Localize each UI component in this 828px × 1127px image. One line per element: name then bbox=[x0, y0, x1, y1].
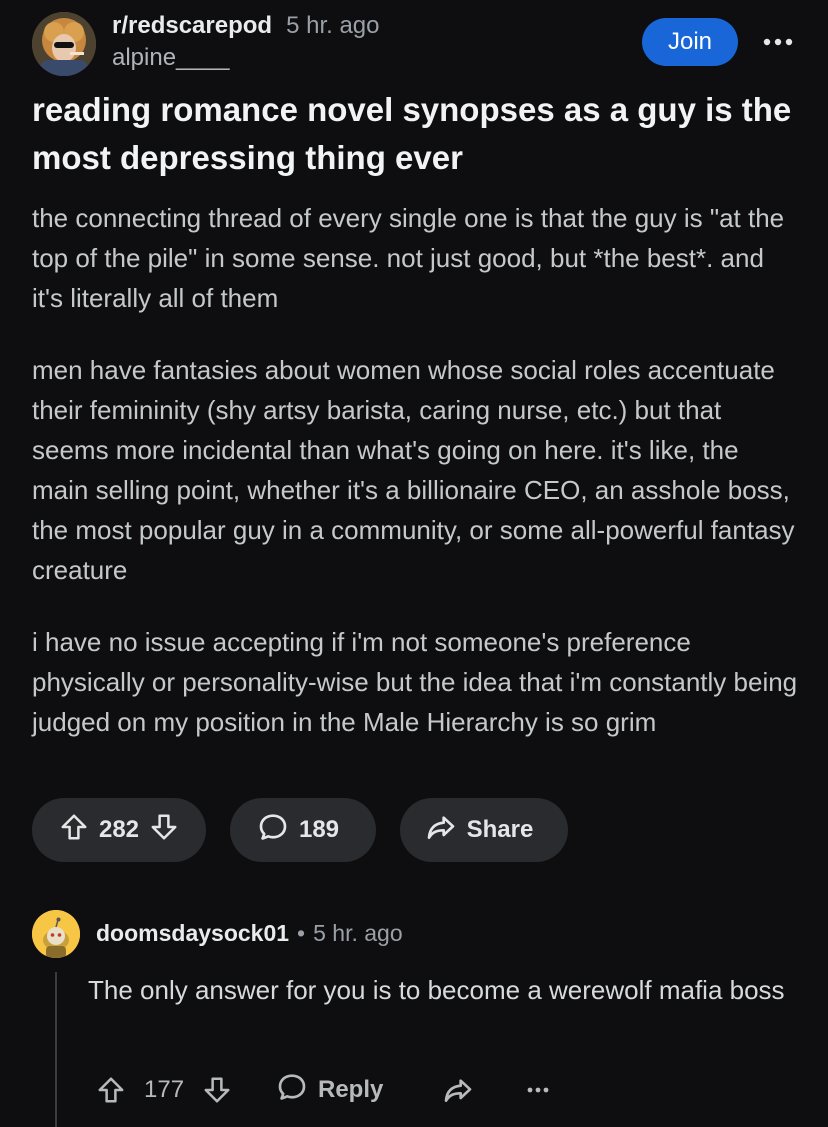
reply-label: Reply bbox=[318, 1076, 384, 1103]
comment-time: 5 hr. ago bbox=[313, 920, 403, 946]
post-body: the connecting thread of every single on… bbox=[32, 198, 802, 774]
post-page: r/redscarepod 5 hr. ago alpine____ Join r… bbox=[0, 0, 828, 1127]
comment-body: The only answer for you is to become a w… bbox=[88, 975, 785, 1005]
join-button[interactable]: Join bbox=[642, 18, 738, 66]
upvote-icon[interactable] bbox=[59, 812, 89, 849]
comment-meta: doomsdaysock01 • 5 hr. ago bbox=[96, 920, 403, 947]
comment-count: 189 bbox=[298, 816, 340, 843]
subreddit-avatar[interactable] bbox=[32, 12, 96, 76]
post-meta: r/redscarepod 5 hr. ago bbox=[112, 12, 380, 40]
commenter-avatar[interactable] bbox=[32, 910, 80, 958]
reply-bubble-icon bbox=[276, 1071, 308, 1110]
more-options-icon[interactable] bbox=[760, 26, 796, 58]
vote-pill: 282 bbox=[32, 798, 206, 862]
reply-button[interactable]: Reply bbox=[276, 1070, 383, 1110]
comment-bubble-icon bbox=[257, 811, 289, 850]
downvote-icon[interactable] bbox=[149, 812, 179, 849]
subreddit-name[interactable]: r/redscarepod bbox=[112, 12, 272, 39]
comment-vote-count: 177 bbox=[144, 1076, 185, 1103]
post-author[interactable]: alpine____ bbox=[112, 44, 229, 72]
post-time: 5 hr. ago bbox=[286, 12, 380, 39]
share-arrow-icon bbox=[425, 811, 457, 850]
share-button[interactable]: Share bbox=[400, 798, 568, 862]
comments-button[interactable]: 189 bbox=[230, 798, 376, 862]
meta-separator: • bbox=[297, 920, 306, 946]
comment-upvote-icon[interactable] bbox=[96, 1070, 126, 1110]
comment-author[interactable]: doomsdaysock01 bbox=[96, 920, 289, 946]
post-title[interactable]: reading romance novel synopses as a guy … bbox=[32, 86, 802, 182]
comment-more-icon[interactable] bbox=[526, 1070, 550, 1110]
post-paragraph: men have fantasies about women whose soc… bbox=[32, 355, 795, 585]
comment-downvote-icon[interactable] bbox=[202, 1070, 232, 1110]
share-label: Share bbox=[466, 816, 534, 843]
vote-count: 282 bbox=[98, 816, 140, 843]
comment-action-bar: 177 Reply bbox=[96, 1070, 576, 1110]
post-header: r/redscarepod 5 hr. ago alpine____ Join bbox=[32, 10, 796, 76]
post-paragraph: i have no issue accepting if i'm not som… bbox=[32, 627, 798, 737]
post-paragraph: the connecting thread of every single on… bbox=[32, 203, 785, 313]
comment-thread-line[interactable] bbox=[55, 972, 57, 1127]
comment-share-icon[interactable] bbox=[442, 1070, 474, 1110]
